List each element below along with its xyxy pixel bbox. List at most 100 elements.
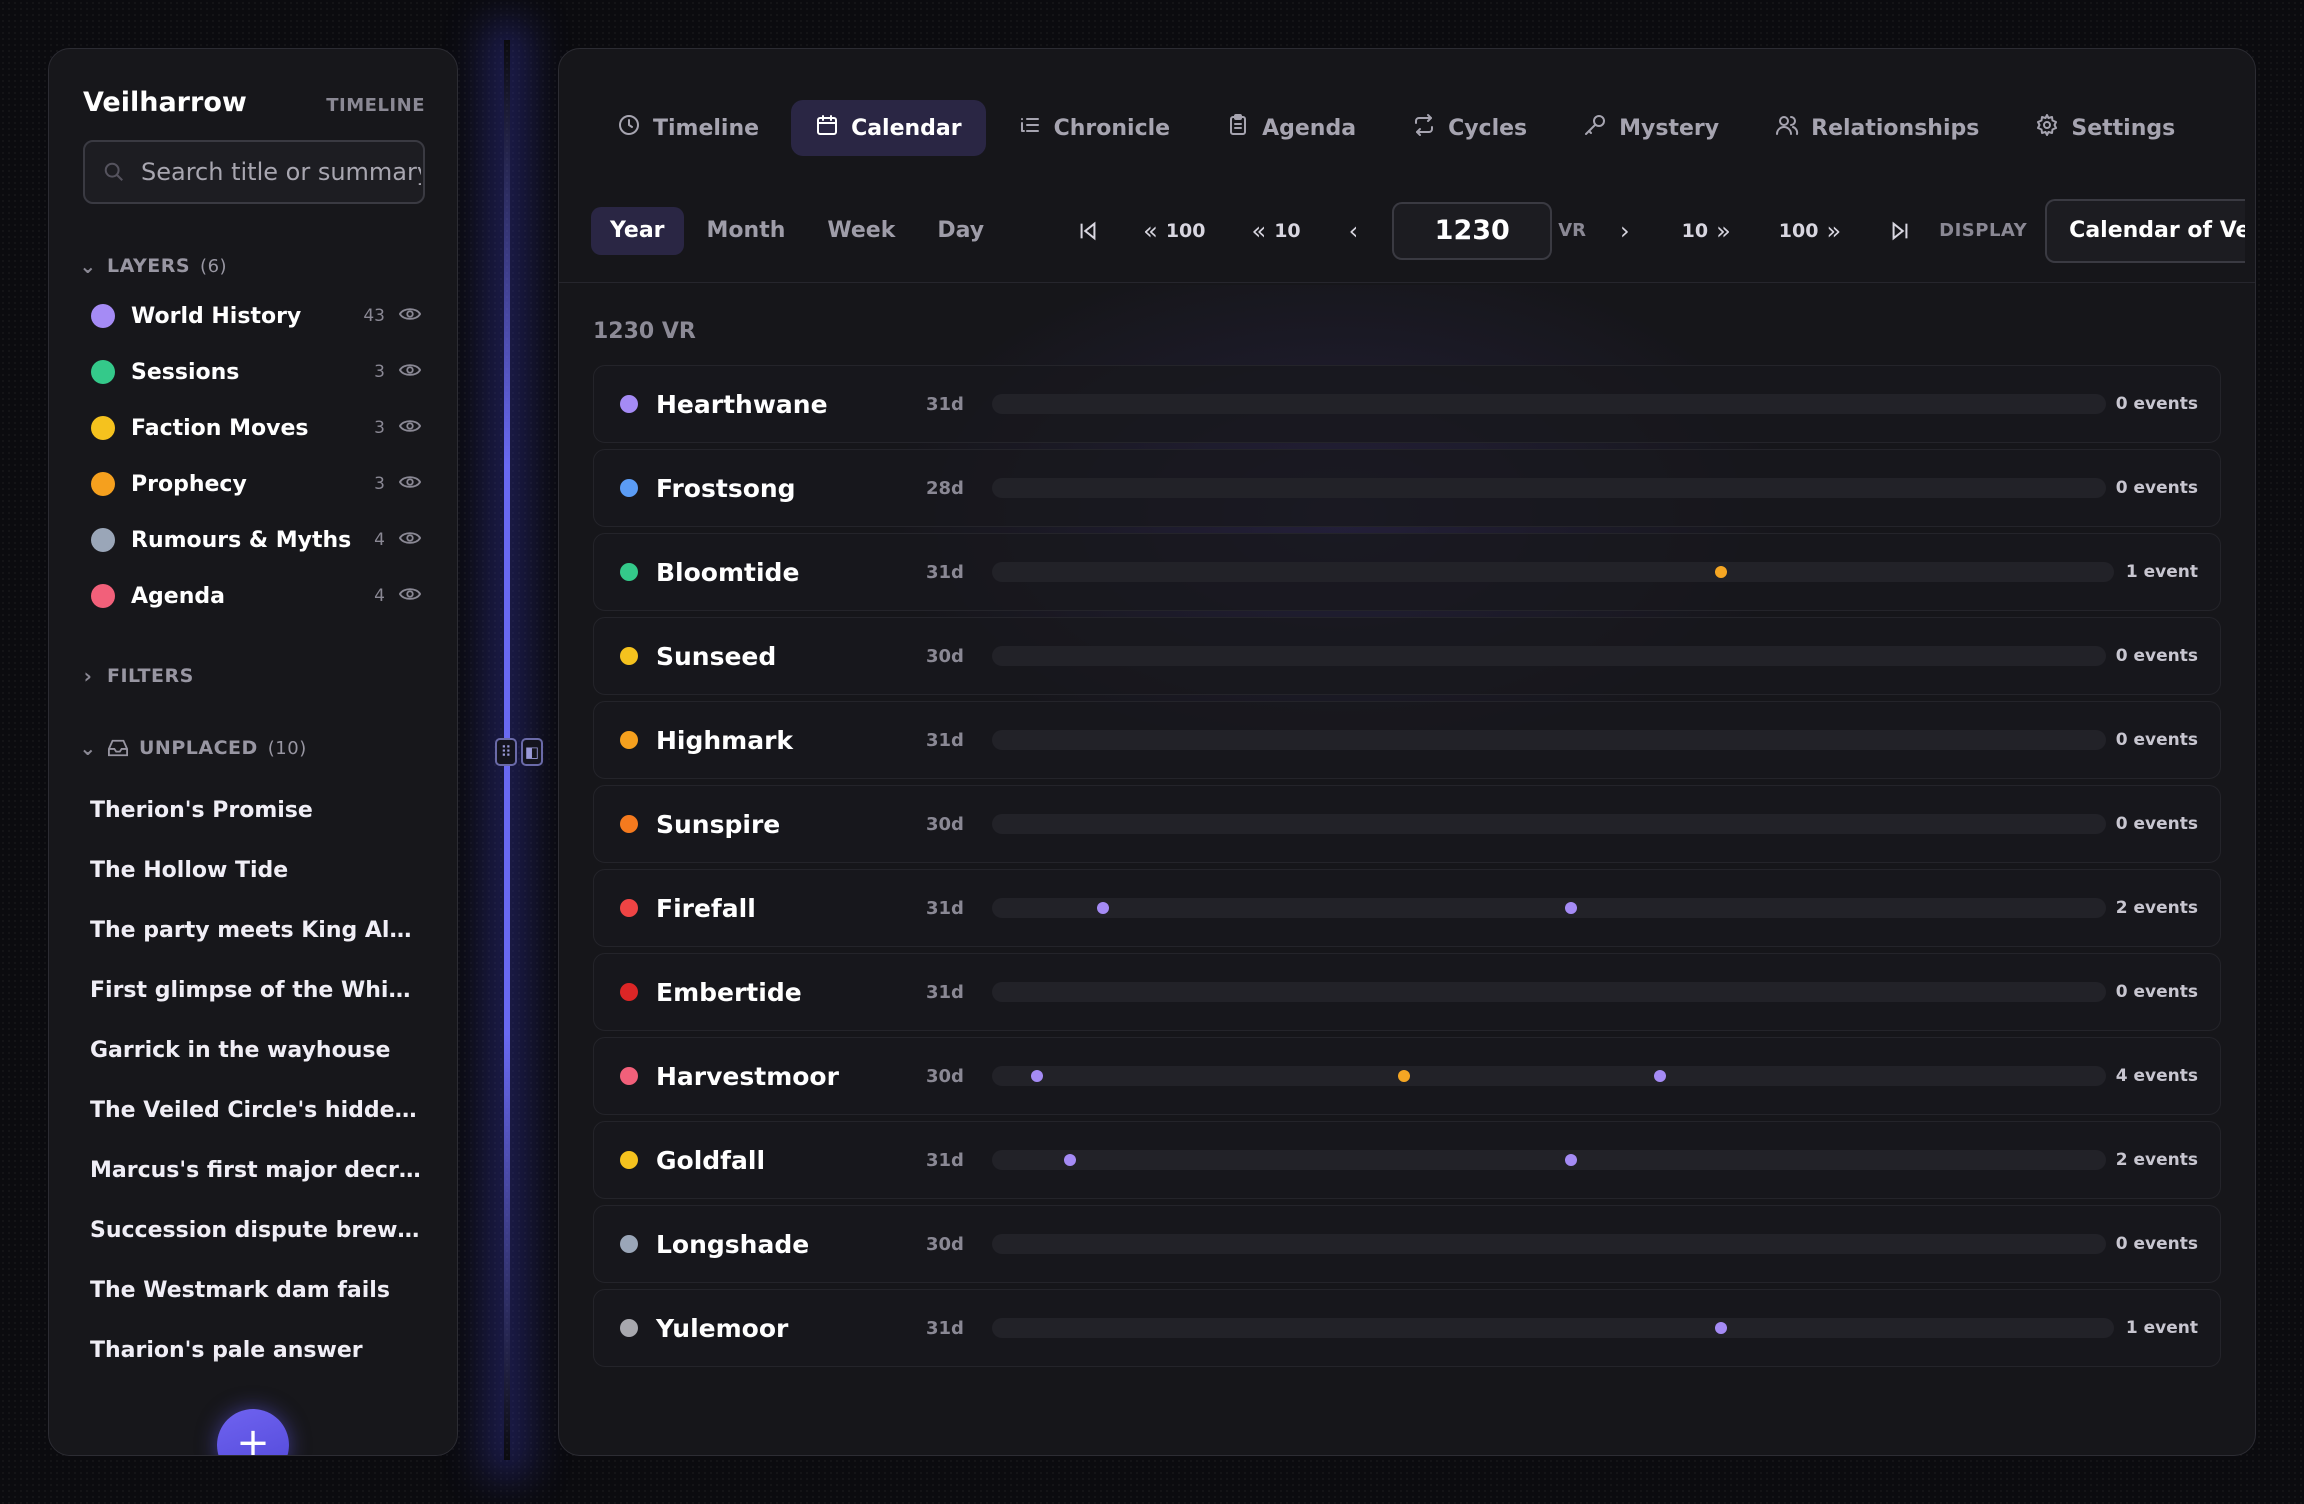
layer-item-rumours-myths[interactable]: Rumours & Myths 4: [49, 512, 457, 568]
drag-handle-icon[interactable]: ⠿: [495, 738, 517, 766]
month-event-track[interactable]: [992, 814, 2106, 834]
unplaced-section-toggle[interactable]: ⌄ UNPLACED (10): [49, 736, 457, 760]
year-input[interactable]: 1230: [1392, 201, 1553, 260]
forward-100-button[interactable]: 100 »: [1765, 207, 1855, 255]
double-chevron-left-icon: «: [1143, 216, 1158, 245]
layers-section-toggle[interactable]: ⌄ LAYERS (6): [49, 254, 457, 278]
month-row[interactable]: Frostsong 28d 0 events: [593, 449, 2221, 527]
split-handle[interactable]: ⠿ ◧: [495, 738, 543, 766]
unplaced-item[interactable]: Tharion's pale answer: [49, 1320, 457, 1380]
add-event-button[interactable]: +: [217, 1409, 289, 1455]
tab-cycles[interactable]: Cycles: [1388, 100, 1551, 156]
month-event-track[interactable]: [992, 1318, 2114, 1338]
layer-item-prophecy[interactable]: Prophecy 3: [49, 456, 457, 512]
gear-icon: [2035, 113, 2059, 143]
month-event-track[interactable]: [992, 478, 2106, 498]
app-title: Veilharrow: [83, 87, 247, 118]
month-event-track[interactable]: [992, 982, 2106, 1002]
event-marker[interactable]: [1565, 902, 1578, 914]
event-marker[interactable]: [1398, 1070, 1411, 1082]
forward-10-button[interactable]: 10 »: [1668, 207, 1745, 255]
eye-icon[interactable]: [398, 418, 422, 438]
search-box[interactable]: [83, 140, 425, 204]
unplaced-item[interactable]: The party meets King Aldren: [49, 900, 457, 960]
tab-timeline[interactable]: Timeline: [593, 100, 783, 156]
tab-label: Timeline: [653, 115, 760, 141]
month-event-track[interactable]: [992, 646, 2106, 666]
month-row[interactable]: Longshade 30d 0 events: [593, 1205, 2221, 1283]
layer-item-sessions[interactable]: Sessions 3: [49, 344, 457, 400]
unplaced-item[interactable]: The Westmark dam fails: [49, 1260, 457, 1320]
unplaced-item[interactable]: Garrick in the wayhouse: [49, 1020, 457, 1080]
back-10-label: 10: [1274, 219, 1301, 242]
unplaced-item[interactable]: First glimpse of the Whispered…: [49, 960, 457, 1020]
unplaced-item[interactable]: The Hollow Tide: [49, 840, 457, 900]
prev-year-button[interactable]: ‹: [1335, 207, 1373, 255]
tab-calendar[interactable]: Calendar: [791, 100, 986, 156]
back-100-button[interactable]: « 100: [1129, 207, 1219, 255]
month-event-track[interactable]: [992, 730, 2106, 750]
tab-mystery[interactable]: Mystery: [1559, 100, 1743, 156]
unplaced-item[interactable]: Therion's Promise: [49, 780, 457, 840]
view-year-button[interactable]: Year: [591, 206, 684, 255]
month-row[interactable]: Sunseed 30d 0 events: [593, 617, 2221, 695]
month-event-track[interactable]: [992, 1234, 2106, 1254]
eye-icon[interactable]: [398, 306, 422, 326]
month-row[interactable]: Bloomtide 31d 1 event: [593, 533, 2221, 611]
month-name: Yulemoor: [656, 1313, 789, 1343]
month-event-track[interactable]: [992, 394, 2106, 414]
unplaced-item-title: Garrick in the wayhouse: [90, 1037, 391, 1063]
view-month-button[interactable]: Month: [688, 207, 805, 255]
month-event-track[interactable]: [992, 1066, 2106, 1086]
tab-settings[interactable]: Settings: [2011, 100, 2199, 156]
unplaced-item[interactable]: The Veiled Circle's hidden arch…: [49, 1080, 457, 1140]
month-row[interactable]: Embertide 31d 0 events: [593, 953, 2221, 1031]
event-marker[interactable]: [1715, 566, 1728, 578]
eye-icon[interactable]: [398, 362, 422, 382]
month-event-track[interactable]: [992, 562, 2114, 582]
event-marker[interactable]: [1565, 1154, 1578, 1166]
event-marker[interactable]: [1654, 1070, 1667, 1082]
event-marker[interactable]: [1097, 902, 1110, 914]
month-color-dot: [620, 731, 638, 749]
event-marker[interactable]: [1715, 1322, 1728, 1334]
list-icon: [1018, 113, 1042, 143]
collapse-sidebar-icon[interactable]: ◧: [521, 738, 543, 766]
layer-item-faction-moves[interactable]: Faction Moves 3: [49, 400, 457, 456]
filters-section-toggle[interactable]: › FILTERS: [49, 664, 457, 688]
tab-chronicle[interactable]: Chronicle: [994, 100, 1194, 156]
next-year-button[interactable]: ›: [1606, 207, 1644, 255]
eye-icon[interactable]: [398, 530, 422, 550]
month-row[interactable]: Sunspire 30d 0 events: [593, 785, 2221, 863]
unplaced-item[interactable]: Marcus's first major decree: [49, 1140, 457, 1200]
forward-10-label: 10: [1681, 219, 1709, 242]
eye-icon[interactable]: [398, 474, 422, 494]
calendar-select[interactable]: Calendar of Veilharrow: [2045, 198, 2246, 263]
layer-item-world-history[interactable]: World History 43: [49, 288, 457, 344]
month-row[interactable]: Harvestmoor 30d 4 events: [593, 1037, 2221, 1115]
search-input[interactable]: [141, 158, 421, 186]
month-days: 30d: [926, 1233, 964, 1255]
layer-item-agenda[interactable]: Agenda 4: [49, 568, 457, 624]
month-event-count: 1 event: [2125, 1318, 2198, 1338]
tab-agenda[interactable]: Agenda: [1202, 100, 1380, 156]
month-event-track[interactable]: [992, 1150, 2106, 1170]
month-row[interactable]: Firefall 31d 2 events: [593, 869, 2221, 947]
view-day-button[interactable]: Day: [918, 207, 1003, 255]
view-week-button[interactable]: Week: [808, 207, 914, 255]
tab-label: Calendar: [851, 115, 962, 141]
back-10-button[interactable]: « 10: [1238, 207, 1315, 255]
month-row[interactable]: Highmark 31d 0 events: [593, 701, 2221, 779]
tab-relationships[interactable]: Relationships: [1751, 100, 2003, 156]
first-year-button[interactable]: [1063, 207, 1113, 255]
unplaced-item-title: The Veiled Circle's hidden arch…: [90, 1097, 421, 1123]
event-marker[interactable]: [1063, 1154, 1076, 1166]
month-event-track[interactable]: [992, 898, 2106, 918]
month-row[interactable]: Goldfall 31d 2 events: [593, 1121, 2221, 1199]
month-row[interactable]: Yulemoor 31d 1 event: [593, 1289, 2221, 1367]
last-year-button[interactable]: [1875, 207, 1925, 255]
month-row[interactable]: Hearthwane 31d 0 events: [593, 365, 2221, 443]
unplaced-item[interactable]: Succession dispute brews in th…: [49, 1200, 457, 1260]
event-marker[interactable]: [1030, 1070, 1043, 1082]
eye-icon[interactable]: [398, 586, 422, 606]
